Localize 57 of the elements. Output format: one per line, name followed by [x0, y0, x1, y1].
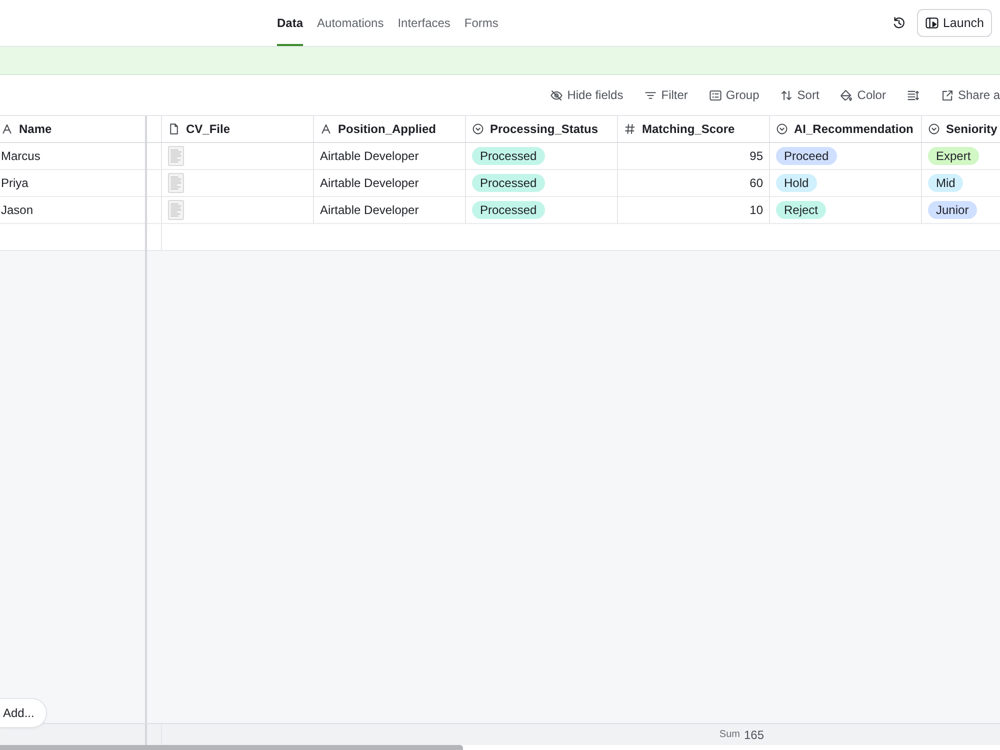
document-icon: [168, 123, 180, 135]
select-tag: Processed: [472, 201, 545, 219]
chevron-circle-icon: [928, 123, 940, 135]
hide-fields-button[interactable]: Hide fields: [550, 86, 624, 104]
launch-button[interactable]: Launch: [916, 9, 992, 37]
select-tag: Processed: [472, 147, 545, 165]
row-height-icon[interactable]: [906, 88, 920, 102]
text-field-icon: [1, 123, 13, 135]
document-thumbnail-icon[interactable]: [168, 146, 184, 166]
table-cell: Airtable Developer: [314, 143, 466, 169]
table-cell-text: Priya: [0, 175, 30, 192]
column-header[interactable]: Processing_Status: [466, 116, 618, 142]
column-header[interactable]: AI_Recommendation: [770, 116, 922, 142]
paint-bucket-icon: [840, 88, 854, 102]
group-button[interactable]: Group: [708, 86, 760, 104]
column-header[interactable]: Name: [0, 116, 145, 142]
chevron-circle-icon: [472, 123, 484, 135]
select-tag: Processed: [472, 174, 545, 192]
document-thumbnail-icon[interactable]: [168, 173, 184, 193]
hash-icon: [624, 123, 636, 135]
text-field-icon: [320, 123, 332, 135]
document-thumbnail-icon[interactable]: [168, 200, 184, 220]
nav-tab[interactable]: Forms: [464, 0, 498, 46]
table-cell: 95: [618, 143, 770, 169]
table-cell: 10: [618, 197, 770, 223]
chevron-circle-icon: [776, 123, 788, 135]
summary-label: Sum: [719, 728, 740, 742]
filter-button[interactable]: Filter: [644, 86, 688, 104]
sort-button[interactable]: Sort: [780, 86, 820, 104]
history-icon[interactable]: [892, 16, 906, 30]
select-tag: Junior: [928, 201, 977, 219]
select-tag: Reject: [776, 201, 826, 219]
column-header[interactable]: Seniority: [922, 116, 1000, 142]
horizontal-scrollbar[interactable]: [0, 745, 463, 750]
table-cell-text: Marcus: [0, 148, 42, 165]
select-tag: Hold: [776, 174, 817, 192]
table-cell: Airtable Developer: [314, 197, 466, 223]
list-icon: [708, 88, 722, 102]
share-icon: [940, 88, 954, 102]
share-button[interactable]: Share a: [940, 86, 1000, 104]
table-cell: 60: [618, 170, 770, 196]
select-tag: Proceed: [776, 147, 837, 165]
nav-tab[interactable]: Automations: [317, 0, 384, 46]
select-tag: Expert: [928, 147, 979, 165]
table-cell: Airtable Developer: [314, 170, 466, 196]
summary-value: 165: [744, 726, 764, 744]
column-header[interactable]: Matching_Score: [618, 116, 770, 142]
eye-slash-icon: [550, 88, 564, 102]
add-button[interactable]: Add...: [0, 698, 48, 728]
table-cell-text: Jason: [0, 202, 34, 219]
color-button[interactable]: Color: [840, 86, 886, 104]
sort-arrows-icon: [780, 88, 794, 102]
column-header[interactable]: CV_File: [162, 116, 314, 142]
select-tag: Mid: [928, 174, 964, 192]
launch-icon: [924, 16, 939, 30]
column-header[interactable]: Position_Applied: [314, 116, 466, 142]
nav-tab[interactable]: Interfaces: [398, 0, 450, 46]
